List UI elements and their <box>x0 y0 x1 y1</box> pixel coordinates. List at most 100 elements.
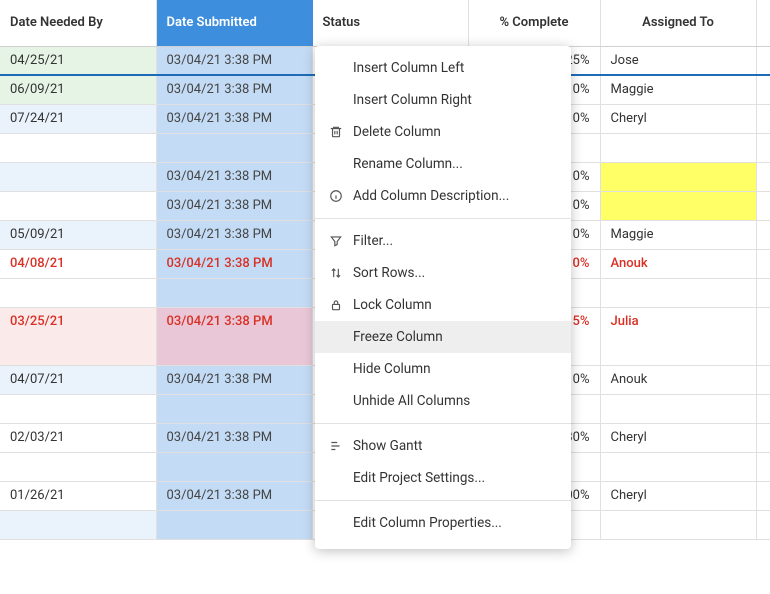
cell-extra[interactable] <box>756 423 770 452</box>
cell-date_needed[interactable]: 07/24/21 <box>0 104 156 133</box>
cell-assigned[interactable] <box>600 452 756 481</box>
cell-assigned[interactable]: Julia <box>600 307 756 365</box>
col-header-complete[interactable]: % Complete <box>468 0 600 46</box>
cell-extra[interactable] <box>756 481 770 510</box>
cell-extra[interactable] <box>756 278 770 307</box>
menu-hide[interactable]: Hide Column <box>315 353 571 385</box>
cell-extra[interactable] <box>756 452 770 481</box>
cell-date_needed[interactable]: 02/03/21 <box>0 423 156 452</box>
cell-date_submitted[interactable]: 03/04/21 3:38 PM <box>156 162 312 191</box>
blank-icon <box>329 360 353 378</box>
col-header-assigned[interactable]: Assigned To <box>600 0 756 46</box>
cell-date_needed[interactable]: 04/07/21 <box>0 365 156 394</box>
menu-separator <box>315 423 571 424</box>
cell-date_submitted[interactable]: 03/04/21 3:38 PM <box>156 104 312 133</box>
cell-assigned[interactable]: Anouk <box>600 365 756 394</box>
menu-freeze[interactable]: Freeze Column <box>315 321 571 353</box>
cell-extra[interactable] <box>756 394 770 423</box>
menu-label: Freeze Column <box>353 329 557 345</box>
menu-label: Filter... <box>353 233 557 249</box>
cell-extra[interactable] <box>756 191 770 220</box>
cell-date_needed[interactable]: 01/26/21 <box>0 481 156 510</box>
cell-assigned[interactable] <box>600 133 756 162</box>
col-header-date-submitted[interactable]: Date Submitted <box>156 0 312 46</box>
cell-date_submitted[interactable]: 03/04/21 3:38 PM <box>156 46 312 75</box>
cell-assigned[interactable]: Jose <box>600 46 756 75</box>
menu-insert-right[interactable]: Insert Column Right <box>315 84 571 116</box>
cell-assigned[interactable]: Maggie <box>600 220 756 249</box>
cell-extra[interactable] <box>756 249 770 278</box>
cell-extra[interactable] <box>756 510 770 539</box>
cell-date_submitted[interactable]: 03/04/21 3:38 PM <box>156 249 312 278</box>
lock-icon <box>329 296 353 314</box>
cell-date_submitted[interactable]: 03/04/21 3:38 PM <box>156 307 312 365</box>
cell-date_submitted[interactable]: 03/04/21 3:38 PM <box>156 481 312 510</box>
menu-unhide[interactable]: Unhide All Columns <box>315 385 571 417</box>
cell-assigned[interactable] <box>600 510 756 539</box>
menu-edit-column[interactable]: Edit Column Properties... <box>315 507 571 539</box>
cell-assigned[interactable] <box>600 278 756 307</box>
cell-date_needed[interactable]: 03/25/21 <box>0 307 156 365</box>
menu-label: Lock Column <box>353 297 557 313</box>
cell-extra[interactable] <box>756 46 770 75</box>
col-header-date-needed[interactable]: Date Needed By <box>0 0 156 46</box>
menu-rename[interactable]: Rename Column... <box>315 148 571 180</box>
cell-date_submitted[interactable]: 03/04/21 3:38 PM <box>156 220 312 249</box>
cell-date_needed[interactable]: 06/09/21 <box>0 75 156 104</box>
menu-edit-project[interactable]: Edit Project Settings... <box>315 462 571 494</box>
menu-label: Rename Column... <box>353 156 557 172</box>
cell-date_submitted[interactable]: 03/04/21 3:38 PM <box>156 191 312 220</box>
cell-date_submitted[interactable] <box>156 394 312 423</box>
cell-date_needed[interactable] <box>0 133 156 162</box>
menu-label: Sort Rows... <box>353 265 557 281</box>
cell-date_needed[interactable]: 05/09/21 <box>0 220 156 249</box>
header-row: Date Needed By Date Submitted Status % C… <box>0 0 770 46</box>
cell-assigned[interactable]: Cheryl <box>600 104 756 133</box>
menu-label: Add Column Description... <box>353 188 557 204</box>
menu-filter[interactable]: Filter... <box>315 225 571 257</box>
cell-date_submitted[interactable] <box>156 133 312 162</box>
cell-date_submitted[interactable] <box>156 452 312 481</box>
menu-add-desc[interactable]: Add Column Description... <box>315 180 571 212</box>
cell-extra[interactable] <box>756 365 770 394</box>
cell-date_submitted[interactable]: 03/04/21 3:38 PM <box>156 75 312 104</box>
menu-delete[interactable]: Delete Column <box>315 116 571 148</box>
col-header-status[interactable]: Status <box>312 0 468 46</box>
cell-assigned[interactable] <box>600 191 756 220</box>
blank-icon <box>329 514 353 532</box>
cell-date_needed[interactable] <box>0 452 156 481</box>
cell-date_needed[interactable]: 04/25/21 <box>0 46 156 75</box>
cell-extra[interactable] <box>756 307 770 365</box>
cell-assigned[interactable]: Anouk <box>600 249 756 278</box>
menu-label: Insert Column Right <box>353 92 557 108</box>
menu-gantt[interactable]: Show Gantt <box>315 430 571 462</box>
cell-extra[interactable] <box>756 133 770 162</box>
menu-lock[interactable]: Lock Column <box>315 289 571 321</box>
cell-date_submitted[interactable] <box>156 278 312 307</box>
cell-assigned[interactable] <box>600 162 756 191</box>
cell-date_submitted[interactable] <box>156 510 312 539</box>
cell-extra[interactable] <box>756 104 770 133</box>
gantt-icon <box>329 437 353 455</box>
cell-date_submitted[interactable]: 03/04/21 3:38 PM <box>156 423 312 452</box>
cell-date_needed[interactable] <box>0 162 156 191</box>
cell-date_needed[interactable] <box>0 278 156 307</box>
cell-assigned[interactable]: Cheryl <box>600 423 756 452</box>
menu-label: Hide Column <box>353 361 557 377</box>
cell-extra[interactable] <box>756 220 770 249</box>
cell-date_needed[interactable] <box>0 191 156 220</box>
cell-assigned[interactable] <box>600 394 756 423</box>
cell-assigned[interactable]: Maggie <box>600 75 756 104</box>
menu-sort[interactable]: Sort Rows... <box>315 257 571 289</box>
blank-icon <box>329 469 353 487</box>
menu-label: Unhide All Columns <box>353 393 557 409</box>
cell-assigned[interactable]: Cheryl <box>600 481 756 510</box>
cell-date_needed[interactable] <box>0 394 156 423</box>
blank-icon <box>329 392 353 410</box>
cell-date_needed[interactable] <box>0 510 156 539</box>
cell-date_needed[interactable]: 04/08/21 <box>0 249 156 278</box>
cell-date_submitted[interactable]: 03/04/21 3:38 PM <box>156 365 312 394</box>
menu-insert-left[interactable]: Insert Column Left <box>315 52 571 84</box>
cell-extra[interactable] <box>756 75 770 104</box>
cell-extra[interactable] <box>756 162 770 191</box>
